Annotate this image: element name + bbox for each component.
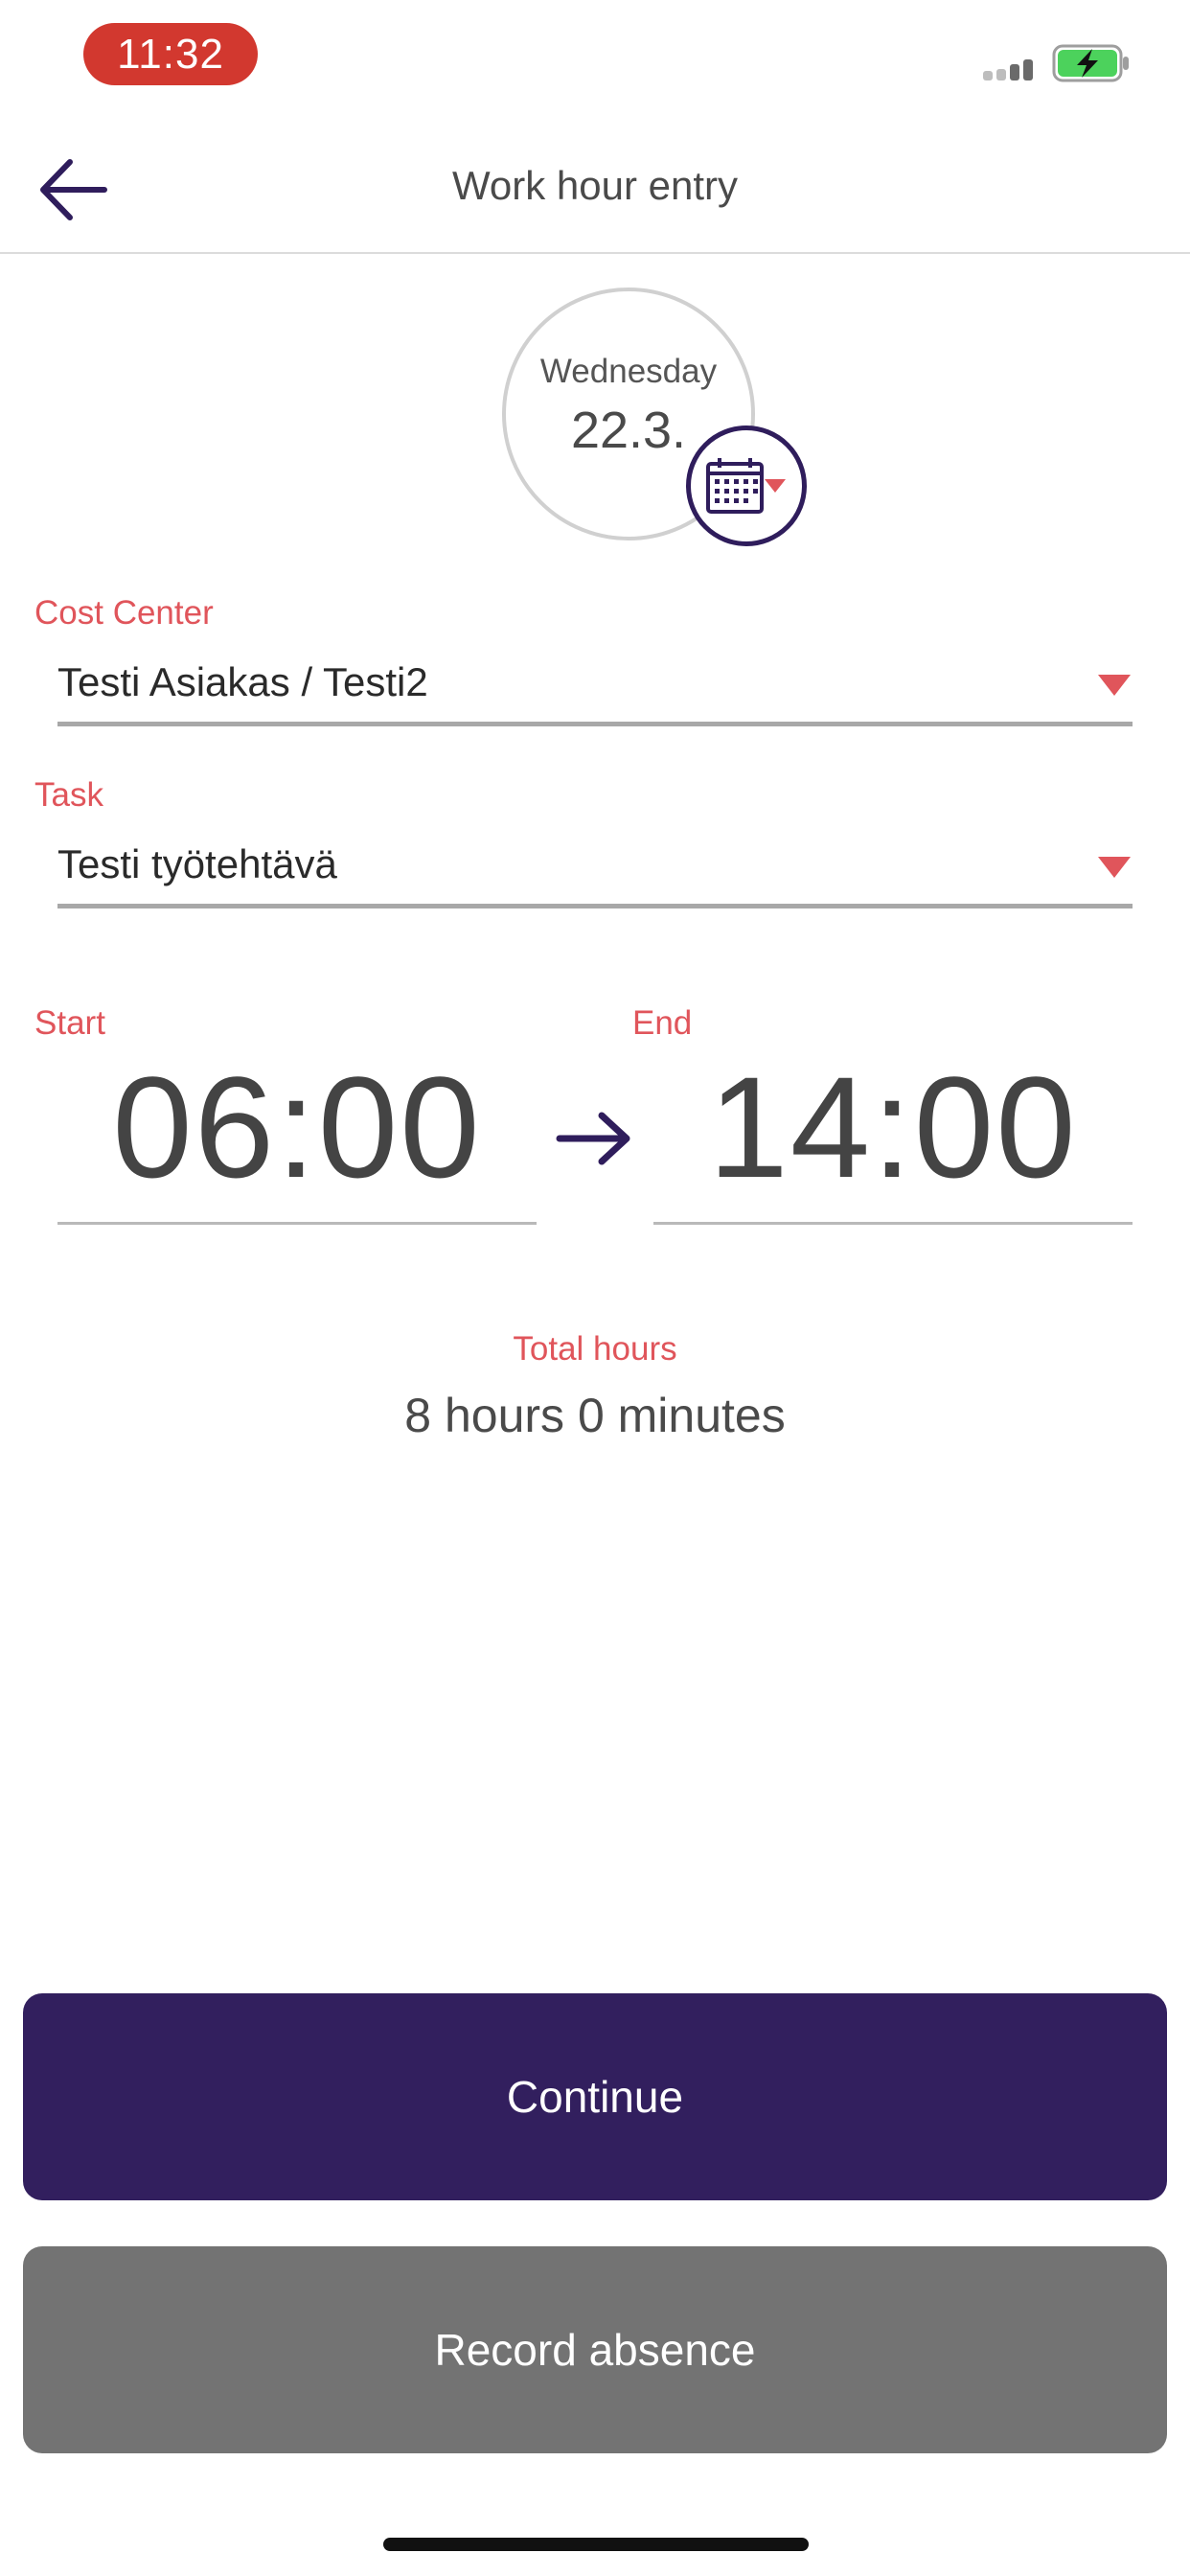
end-time-picker[interactable]: 14:00 (653, 1045, 1133, 1225)
record-absence-button[interactable]: Record absence (23, 2246, 1167, 2453)
caret-down-icon (1098, 675, 1131, 696)
arrow-right-icon (556, 1112, 630, 1165)
task-dropdown[interactable]: Testi työtehtävä (57, 822, 1133, 908)
calendar-picker-button[interactable] (686, 426, 807, 546)
work-hour-entry-screen: 11:32 Work hour entry Wednesday 22.3. Co… (0, 0, 1190, 2576)
end-label: End (632, 1004, 693, 1042)
cellular-signal-icon (983, 59, 1037, 80)
total-hours-label: Total hours (513, 1330, 677, 1368)
start-time-picker[interactable]: 06:00 (57, 1045, 537, 1225)
status-time: 11:32 (83, 23, 258, 85)
continue-button[interactable]: Continue (23, 1993, 1167, 2200)
task-label: Task (34, 776, 103, 814)
date-weekday: Wednesday (539, 353, 718, 390)
cost-center-label: Cost Center (34, 594, 214, 632)
battery-charging-icon (1052, 44, 1129, 82)
end-time-value: 14:00 (708, 1046, 1078, 1208)
cost-center-value: Testi Asiakas / Testi2 (57, 659, 428, 704)
start-time-value: 06:00 (112, 1046, 482, 1208)
task-value: Testi työtehtävä (57, 841, 337, 886)
calendar-icon (706, 458, 786, 514)
caret-down-icon (1098, 857, 1131, 878)
start-label: Start (34, 1004, 105, 1042)
home-indicator[interactable] (383, 2538, 809, 2551)
total-hours-value: 8 hours 0 minutes (404, 1389, 786, 1442)
app-header: Work hour entry (0, 125, 1190, 254)
cost-center-dropdown[interactable]: Testi Asiakas / Testi2 (57, 640, 1133, 726)
page-title: Work hour entry (452, 163, 738, 208)
